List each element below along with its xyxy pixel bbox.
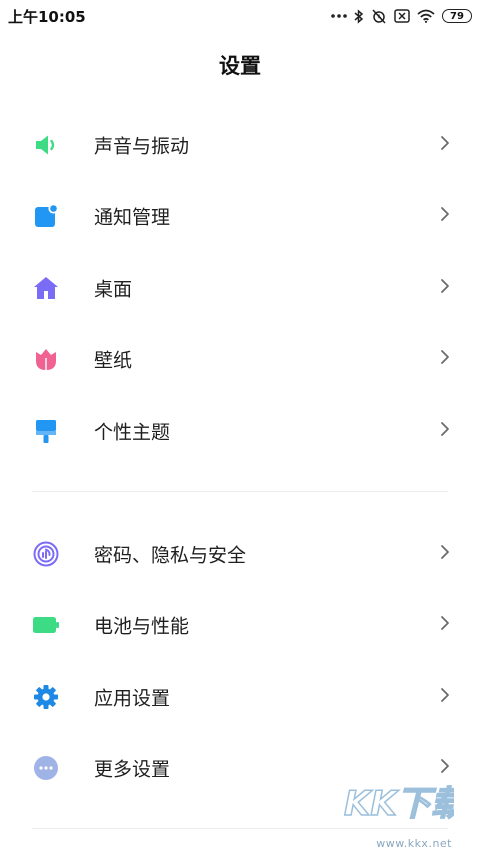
status-icons: 79 <box>331 6 472 26</box>
sim-off-icon <box>394 9 410 23</box>
settings-item-label: 应用设置 <box>94 687 171 710</box>
settings-item-themes[interactable]: 个性主题 <box>0 395 480 467</box>
settings-item-home-screen[interactable]: 桌面 <box>0 252 480 324</box>
chevron-right-icon <box>440 421 450 441</box>
settings-item-label: 个性主题 <box>94 421 171 444</box>
chevron-right-icon <box>440 135 450 155</box>
chevron-right-icon <box>440 349 450 369</box>
chevron-right-icon <box>440 615 450 635</box>
chevron-right-icon <box>440 544 450 564</box>
settings-item-label: 电池与性能 <box>94 615 190 638</box>
settings-group-1: 声音与振动 通知管理 桌面 壁纸 个性主题 <box>0 109 480 467</box>
settings-item-label: 桌面 <box>94 278 133 301</box>
status-bar: 上午10:05 79 <box>0 0 480 32</box>
settings-item-wallpaper[interactable]: 壁纸 <box>0 324 480 396</box>
settings-item-privacy-security[interactable]: 密码、隐私与安全 <box>0 518 480 590</box>
wifi-icon <box>417 9 435 23</box>
notification-icon <box>33 203 59 229</box>
status-time: 上午10:05 <box>8 8 86 26</box>
settings-item-app-settings[interactable]: 应用设置 <box>0 661 480 733</box>
chevron-right-icon <box>440 206 450 226</box>
battery-icon <box>33 612 59 638</box>
settings-item-label: 通知管理 <box>94 206 171 229</box>
home-icon <box>33 275 59 301</box>
alarm-off-icon <box>371 8 387 24</box>
settings-item-label: 密码、隐私与安全 <box>94 544 247 567</box>
chevron-right-icon <box>440 758 450 778</box>
fingerprint-icon <box>33 541 59 567</box>
more-icon <box>33 755 59 781</box>
settings-item-label: 壁纸 <box>94 349 133 372</box>
settings-item-label: 更多设置 <box>94 758 171 781</box>
speaker-icon <box>33 132 59 158</box>
gear-icon <box>33 684 59 710</box>
settings-item-label: 声音与振动 <box>94 135 190 158</box>
settings-item-sound[interactable]: 声音与振动 <box>0 109 480 181</box>
settings-item-notifications[interactable]: 通知管理 <box>0 181 480 253</box>
battery-level: 79 <box>450 10 464 22</box>
section-divider <box>32 491 448 492</box>
settings-group-2: 密码、隐私与安全 电池与性能 应用设置 更多设置 <box>0 518 480 804</box>
watermark-url: www.kkx.net <box>376 837 452 850</box>
more-dots-icon <box>331 13 347 19</box>
watermark-logo: KK下载 <box>343 783 470 835</box>
page-title: 设置 <box>219 54 261 78</box>
brush-icon <box>33 418 59 444</box>
settings-item-battery-performance[interactable]: 电池与性能 <box>0 590 480 662</box>
bluetooth-icon <box>354 8 364 24</box>
battery-icon: 79 <box>442 9 472 23</box>
svg-text:KK下载: KK下载 <box>344 784 454 823</box>
tulip-icon <box>33 346 59 372</box>
chevron-right-icon <box>440 278 450 298</box>
chevron-right-icon <box>440 687 450 707</box>
